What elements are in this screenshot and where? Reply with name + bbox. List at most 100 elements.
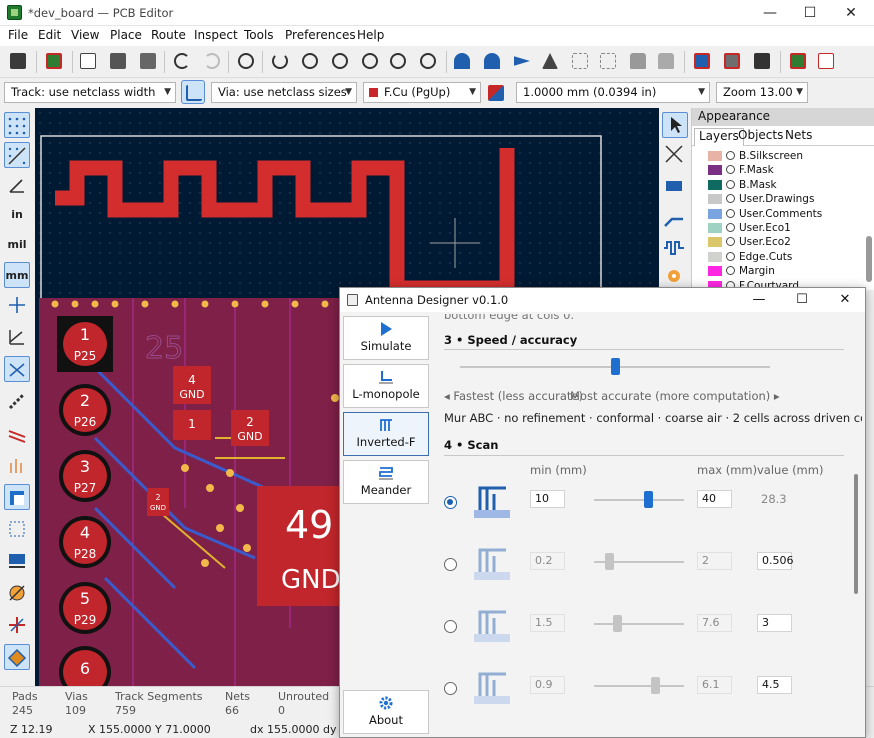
simulate-button[interactable]: Simulate (343, 316, 429, 360)
dialog-scrollbar[interactable] (854, 474, 858, 594)
show-vias-icon[interactable] (4, 452, 30, 478)
grid-overrides-icon[interactable] (4, 142, 30, 168)
align-icon[interactable] (568, 49, 592, 73)
layer-color-swatch[interactable] (708, 194, 722, 205)
undo-icon[interactable] (170, 49, 194, 73)
scan-min-field[interactable]: 0.2 (530, 552, 565, 570)
zoom-out-icon[interactable] (328, 49, 352, 73)
ratsnest-icon[interactable] (4, 324, 30, 350)
curved-ratsnest-icon[interactable] (4, 356, 30, 382)
meander-button[interactable]: Meander (343, 460, 429, 504)
add-footprint-icon[interactable] (662, 174, 688, 200)
cursor-icon[interactable] (4, 292, 30, 318)
polar-coords-icon[interactable] (4, 172, 30, 198)
eye-icon[interactable] (726, 165, 735, 175)
menu-edit[interactable]: Edit (38, 28, 61, 42)
scan-slider-track[interactable] (594, 623, 684, 625)
about-button[interactable]: About (343, 690, 429, 734)
layer-row[interactable]: User.Drawings (692, 192, 874, 206)
local-ratsnest-icon[interactable] (662, 142, 688, 168)
scan-slider-track[interactable] (594, 685, 684, 687)
refresh-icon[interactable] (268, 49, 292, 73)
add-via-icon[interactable] (662, 266, 688, 286)
find-icon[interactable] (234, 49, 258, 73)
eye-icon[interactable] (726, 222, 735, 232)
layer-row[interactable]: User.Eco2 (692, 235, 874, 249)
eye-icon[interactable] (726, 179, 735, 189)
dialog-close-button[interactable]: ✕ (826, 288, 864, 312)
zoom-objects-icon[interactable] (386, 49, 410, 73)
unlock-icon[interactable] (654, 49, 678, 73)
eye-icon[interactable] (726, 251, 735, 261)
zoom-in-icon[interactable] (298, 49, 322, 73)
scan-max-field[interactable]: 7.6 (697, 614, 732, 632)
eye-icon[interactable] (726, 194, 735, 204)
show-tracks-icon[interactable] (4, 420, 30, 446)
layer-display-icon[interactable] (4, 644, 30, 670)
footprint-library-icon[interactable] (720, 49, 744, 73)
zoom-selection-icon[interactable] (416, 49, 440, 73)
menu-view[interactable]: View (71, 28, 99, 42)
layer-row[interactable]: B.Silkscreen (692, 149, 874, 163)
scan-slider-track[interactable] (594, 499, 684, 501)
scan-slider-thumb[interactable] (644, 491, 653, 508)
scan-min-field[interactable]: 0.9 (530, 676, 565, 694)
scan-value[interactable]: 0.506 (757, 552, 794, 570)
zoom-fit-icon[interactable] (358, 49, 382, 73)
tab-nets[interactable]: Nets (781, 128, 816, 146)
drc-icon[interactable] (814, 49, 838, 73)
layer-select[interactable]: F.Cu (PgUp) ▼ (363, 82, 481, 103)
close-button[interactable]: ✕ (831, 2, 871, 24)
layer-color-swatch[interactable] (708, 151, 722, 161)
zones-icon[interactable] (4, 484, 30, 510)
eye-icon[interactable] (726, 208, 735, 218)
menu-help[interactable]: Help (357, 28, 384, 42)
dialog-maximize-button[interactable]: ☐ (783, 288, 821, 312)
scan-max-field[interactable]: 2 (697, 552, 732, 570)
scan-min-field[interactable]: 1.5 (530, 614, 565, 632)
page-settings-icon[interactable] (76, 49, 100, 73)
appearance-scrollbar[interactable] (866, 236, 872, 282)
auto-width-icon[interactable] (181, 80, 205, 104)
scan-max-field[interactable]: 40 (697, 490, 732, 508)
scan-slider-thumb[interactable] (612, 615, 622, 632)
grid-select[interactable]: 1.0000 mm (0.0394 in) ▼ (516, 82, 710, 103)
zone-outlines-icon[interactable] (4, 516, 30, 542)
layer-row[interactable]: Margin (692, 264, 874, 278)
layer-color-swatch[interactable] (708, 237, 722, 248)
layer-color-swatch[interactable] (708, 165, 722, 176)
menu-inspect[interactable]: Inspect (194, 28, 238, 42)
show-pads-icon[interactable] (4, 388, 30, 414)
layer-color-swatch[interactable] (708, 179, 722, 190)
units-mm-button[interactable]: mm (4, 262, 30, 288)
rotate-cw-icon[interactable] (480, 49, 504, 73)
menu-tools[interactable]: Tools (244, 28, 274, 42)
scan-value[interactable]: 3 (757, 614, 792, 632)
inverted-f-button[interactable]: Inverted-F (343, 412, 429, 456)
scan-slider-thumb[interactable] (651, 677, 661, 694)
units-mils-button[interactable]: mil (4, 232, 30, 258)
scan-parameter-radio[interactable] (444, 496, 457, 509)
board-setup-icon[interactable] (42, 49, 66, 73)
rotate-ccw-icon[interactable] (450, 49, 474, 73)
high-contrast-icon[interactable] (4, 612, 30, 638)
track-width-select[interactable]: Track: use netclass width ▼ (4, 82, 176, 103)
flip-icon[interactable] (510, 49, 534, 73)
scripting-icon[interactable] (786, 49, 810, 73)
grid-dots-icon[interactable] (4, 112, 30, 138)
scan-parameter-radio[interactable] (444, 558, 457, 571)
layer-color-swatch[interactable] (708, 222, 722, 233)
scan-parameter-radio[interactable] (444, 682, 457, 695)
layer-row[interactable]: F.Mask (692, 163, 874, 177)
maximize-button[interactable]: ☐ (790, 2, 830, 24)
units-inches-button[interactable]: in (4, 202, 30, 228)
print-icon[interactable] (106, 49, 130, 73)
tune-length-icon[interactable] (662, 236, 688, 262)
l-monopole-button[interactable]: L-monopole (343, 364, 429, 408)
plot-icon[interactable] (136, 49, 160, 73)
speed-slider-thumb[interactable] (611, 358, 620, 375)
minimize-button[interactable]: — (750, 2, 790, 24)
tab-objects[interactable]: Objects (734, 128, 787, 146)
scan-max-field[interactable]: 6.1 (697, 676, 732, 694)
menu-preferences[interactable]: Preferences (285, 28, 356, 42)
